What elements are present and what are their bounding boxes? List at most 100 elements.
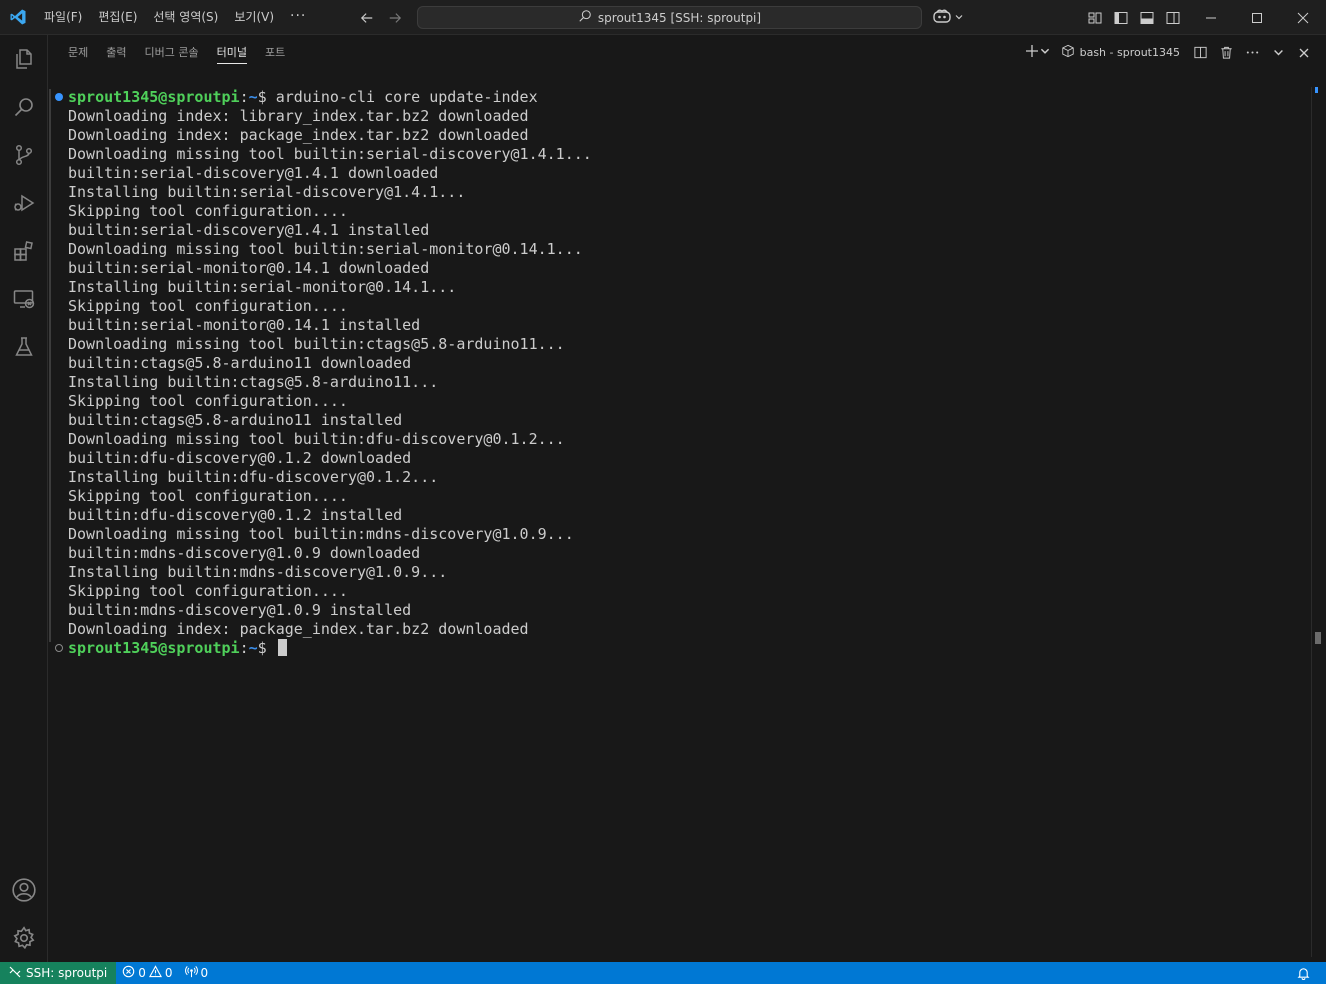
forward-arrow-icon[interactable] — [384, 7, 406, 29]
more-actions-icon[interactable] — [1242, 42, 1262, 64]
panel-header: 문제 출력 디버그 콘솔 터미널 포트 bash - sprout1345 — [49, 35, 1326, 70]
warning-count: 0 — [164, 966, 173, 980]
terminal-output-line: Downloading missing tool builtin:ctags@5… — [68, 335, 565, 353]
command-gutter-bar — [49, 89, 51, 642]
menu-bar: 파일(F) 편집(E) 선택 영역(S) 보기(V) ··· — [36, 0, 314, 35]
chevron-down-icon — [1039, 45, 1051, 60]
terminal-output-line: builtin:ctags@5.8-arduino11 downloaded — [68, 354, 412, 372]
terminal-output-line: Installing builtin:serial-monitor@0.14.1… — [68, 278, 457, 296]
title-bar: 파일(F) 편집(E) 선택 영역(S) 보기(V) ··· sprout134… — [0, 0, 1326, 35]
terminal-scrollbar[interactable] — [1311, 87, 1325, 957]
menu-view[interactable]: 보기(V) — [226, 0, 282, 35]
panel-tabs: 문제 출력 디버그 콘솔 터미널 포트 — [49, 35, 294, 70]
current-prompt-line: sprout1345@sproutpi:~$ — [68, 639, 287, 658]
menu-file[interactable]: 파일(F) — [36, 0, 90, 35]
terminal-output-line: builtin:dfu-discovery@0.1.2 downloaded — [68, 449, 412, 467]
window-controls — [1188, 0, 1326, 35]
terminal-output-line: Downloading missing tool builtin:serial-… — [68, 145, 592, 163]
command-pending-decoration-icon[interactable] — [55, 644, 63, 652]
search-view-icon[interactable] — [0, 83, 48, 131]
split-terminal-icon[interactable] — [1190, 42, 1210, 64]
command-line: sprout1345@sproutpi:~$ arduino-cli core … — [68, 88, 538, 106]
source-control-icon[interactable] — [0, 131, 48, 179]
remote-label: SSH: sproutpi — [26, 966, 108, 980]
remote-icon — [9, 966, 21, 981]
terminal-output-line: builtin:mdns-discovery@1.0.9 downloaded — [68, 544, 421, 562]
toggle-primary-sidebar-icon[interactable] — [1110, 7, 1132, 29]
menu-edit[interactable]: 편집(E) — [90, 0, 145, 35]
terminal-output-line: builtin:serial-monitor@0.14.1 downloaded — [68, 259, 430, 277]
close-window-icon[interactable] — [1280, 0, 1326, 35]
terminal-cube-icon — [1061, 44, 1075, 61]
run-debug-icon[interactable] — [0, 179, 48, 227]
command-success-decoration-icon[interactable] — [55, 93, 63, 101]
scrollbar-top-marker — [1315, 87, 1318, 93]
menu-selection[interactable]: 선택 영역(S) — [145, 0, 226, 35]
terminal-name: bash - sprout1345 — [1079, 46, 1180, 59]
terminal-output-line: builtin:dfu-discovery@0.1.2 installed — [68, 506, 403, 524]
back-arrow-icon[interactable] — [356, 7, 378, 29]
terminal-output-line: builtin:ctags@5.8-arduino11 installed — [68, 411, 403, 429]
terminal-output-line: Downloading missing tool builtin:serial-… — [68, 240, 583, 258]
maximize-panel-chevron-icon[interactable] — [1268, 42, 1288, 64]
toggle-panel-icon[interactable] — [1136, 7, 1158, 29]
chevron-down-icon — [954, 11, 964, 25]
notifications-bell-icon[interactable] — [1291, 962, 1316, 984]
activity-bar — [0, 35, 48, 962]
layout-controls — [1084, 0, 1184, 35]
copilot-button[interactable] — [932, 6, 964, 29]
error-icon — [122, 965, 135, 981]
tab-ports[interactable]: 포트 — [256, 35, 294, 70]
terminal-output-line: Downloading missing tool builtin:dfu-dis… — [68, 430, 565, 448]
terminal-selector[interactable]: bash - sprout1345 — [1057, 44, 1184, 61]
testing-icon[interactable] — [0, 323, 48, 371]
panel-actions: bash - sprout1345 — [1025, 35, 1314, 70]
broadcast-icon — [184, 965, 198, 981]
error-count: 0 — [138, 966, 146, 980]
status-bar: SSH: sproutpi 0 0 0 — [0, 962, 1326, 984]
copilot-icon — [932, 8, 952, 27]
navigation-controls — [356, 0, 406, 35]
command-center[interactable]: sprout1345 [SSH: sproutpi] — [417, 6, 922, 29]
ports-count: 0 — [200, 966, 209, 980]
scrollbar-cursor-marker — [1315, 632, 1321, 644]
terminal-output-line: Installing builtin:serial-discovery@1.4.… — [68, 183, 466, 201]
explorer-icon[interactable] — [0, 35, 48, 83]
menu-more-button[interactable]: ··· — [282, 0, 314, 35]
terminal-output-line: builtin:serial-monitor@0.14.1 installed — [68, 316, 421, 334]
settings-gear-icon[interactable] — [0, 914, 48, 962]
terminal-output-line: Skipping tool configuration.... — [68, 582, 348, 600]
terminal-output-line: builtin:mdns-discovery@1.0.9 installed — [68, 601, 412, 619]
toggle-secondary-sidebar-icon[interactable] — [1162, 7, 1184, 29]
terminal-output-line: Installing builtin:mdns-discovery@1.0.9.… — [68, 563, 448, 581]
command-center-label: sprout1345 [SSH: sproutpi] — [597, 10, 762, 25]
terminal-output-line: Installing builtin:ctags@5.8-arduino11..… — [68, 373, 439, 391]
warning-icon — [148, 965, 162, 981]
ports-indicator[interactable]: 0 — [179, 962, 215, 984]
kill-terminal-trash-icon[interactable] — [1216, 42, 1236, 64]
tab-terminal[interactable]: 터미널 — [208, 35, 256, 70]
remote-explorer-icon[interactable] — [0, 275, 48, 323]
new-terminal-button[interactable] — [1025, 42, 1051, 64]
remote-indicator[interactable]: SSH: sproutpi — [0, 962, 117, 984]
tab-debug-console[interactable]: 디버그 콘솔 — [136, 35, 208, 70]
terminal-output-line: Downloading missing tool builtin:mdns-di… — [68, 525, 574, 543]
terminal-output[interactable]: sprout1345@sproutpi:~$ arduino-cli core … — [49, 87, 1311, 957]
maximize-icon[interactable] — [1234, 0, 1280, 35]
search-icon — [578, 9, 592, 26]
tab-problems[interactable]: 문제 — [59, 35, 97, 70]
terminal-output-line: Downloading index: package_index.tar.bz2… — [68, 126, 529, 144]
status-bar-right — [1291, 962, 1316, 984]
customize-layout-icon[interactable] — [1084, 7, 1106, 29]
vscode-logo-icon — [0, 0, 36, 35]
plus-icon — [1025, 44, 1039, 61]
terminal-output-line: Downloading index: package_index.tar.bz2… — [68, 620, 529, 638]
close-panel-icon[interactable] — [1294, 42, 1314, 64]
minimize-icon[interactable] — [1188, 0, 1234, 35]
extensions-icon[interactable] — [0, 227, 48, 275]
accounts-icon[interactable] — [0, 866, 48, 914]
terminal-output-line: Downloading index: library_index.tar.bz2… — [68, 107, 529, 125]
terminal-output-line: Skipping tool configuration.... — [68, 392, 348, 410]
tab-output[interactable]: 출력 — [97, 35, 135, 70]
problems-indicator[interactable]: 0 0 — [116, 962, 178, 984]
